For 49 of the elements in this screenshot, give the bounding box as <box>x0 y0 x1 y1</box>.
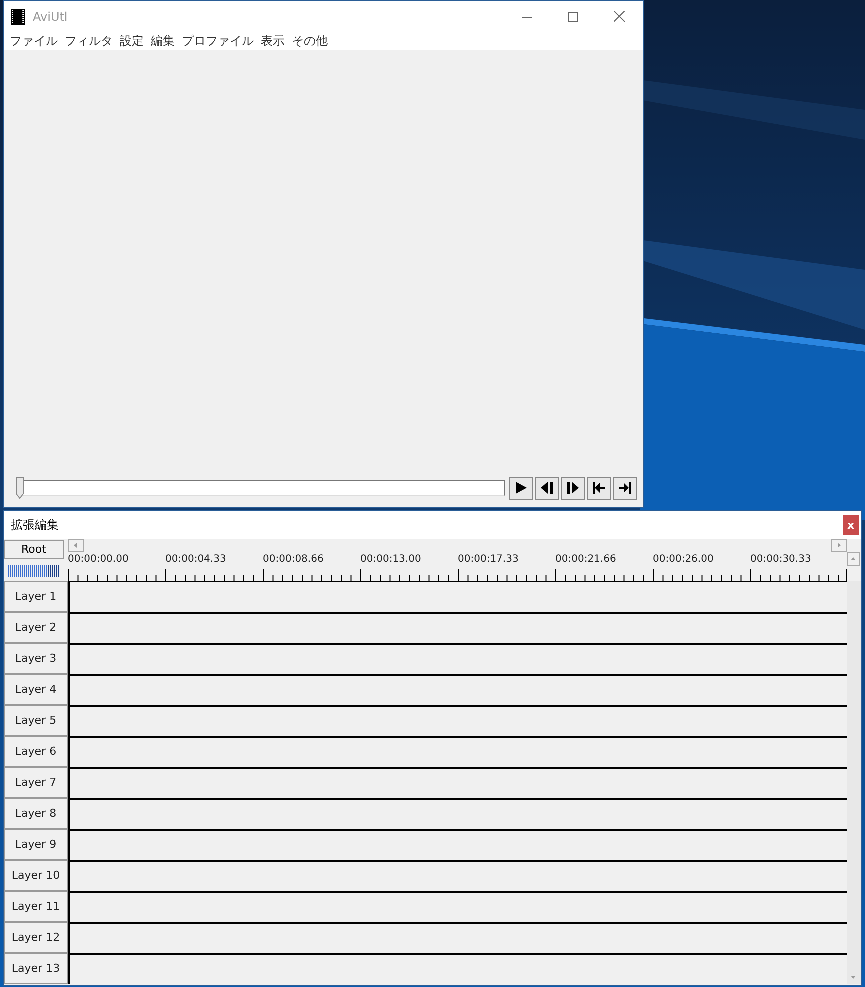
skip-to-start-icon <box>592 481 606 495</box>
layer-button[interactable]: Layer 8 <box>4 798 68 829</box>
go-to-end-button[interactable] <box>613 476 637 500</box>
menu-item[interactable]: 設定 <box>119 32 150 50</box>
layer-button[interactable]: Layer 12 <box>4 922 68 953</box>
time-label: 00:00:26.00 <box>653 554 715 566</box>
step-forward-icon <box>566 481 580 495</box>
previous-frame-button[interactable] <box>535 476 559 500</box>
time-label: 00:00:00.00 <box>68 554 130 566</box>
play-icon <box>514 481 528 495</box>
menu-item[interactable]: プロファイル <box>181 32 260 50</box>
layer-button[interactable]: Layer 11 <box>4 891 68 922</box>
time-label: 00:00:08.66 <box>263 554 325 566</box>
layer-button[interactable]: Layer 3 <box>4 643 68 674</box>
maximize-icon[interactable] <box>568 12 578 22</box>
time-label: 00:00:13.00 <box>360 554 422 566</box>
layer-button[interactable]: Layer 6 <box>4 736 68 767</box>
film-icon <box>11 8 25 24</box>
menu-item[interactable]: ファイル <box>9 32 64 50</box>
layer-button[interactable]: Layer 2 <box>4 612 68 643</box>
layer-button[interactable]: Layer 4 <box>4 674 68 705</box>
close-button[interactable]: x <box>843 515 859 535</box>
menu-item[interactable]: 編集 <box>150 32 181 50</box>
next-frame-button[interactable] <box>561 476 585 500</box>
layer-button[interactable]: Layer 13 <box>4 953 68 984</box>
layer-button[interactable]: Layer 5 <box>4 705 68 736</box>
window-title: 拡張編集 <box>11 516 59 534</box>
root-button[interactable]: Root <box>4 540 64 559</box>
go-to-start-button[interactable] <box>587 476 611 500</box>
close-icon[interactable] <box>614 11 625 22</box>
menu-item[interactable]: 表示 <box>260 32 291 50</box>
time-label: 00:00:17.33 <box>458 554 520 566</box>
menu-item[interactable]: その他 <box>291 32 334 50</box>
seek-bar[interactable] <box>16 477 505 499</box>
layer-button[interactable]: Layer 1 <box>4 581 68 612</box>
layer-button[interactable]: Layer 9 <box>4 829 68 860</box>
slider-thumb[interactable] <box>16 477 24 499</box>
skip-to-end-icon <box>618 481 632 495</box>
window-title: AviUtl <box>33 10 68 24</box>
play-button[interactable] <box>509 476 533 500</box>
menu-item[interactable]: フィルタ <box>64 32 119 50</box>
step-back-icon <box>540 481 554 495</box>
layer-button[interactable]: Layer 10 <box>4 860 68 891</box>
time-label: 00:00:21.66 <box>556 554 618 566</box>
layer-button[interactable]: Layer 7 <box>4 767 68 798</box>
zoom-gauge-drawing[interactable] <box>8 565 60 577</box>
layer-tracks-area[interactable] <box>68 581 847 984</box>
time-label: 00:00:30.33 <box>750 554 812 566</box>
time-label: 00:00:04.33 <box>166 554 228 566</box>
